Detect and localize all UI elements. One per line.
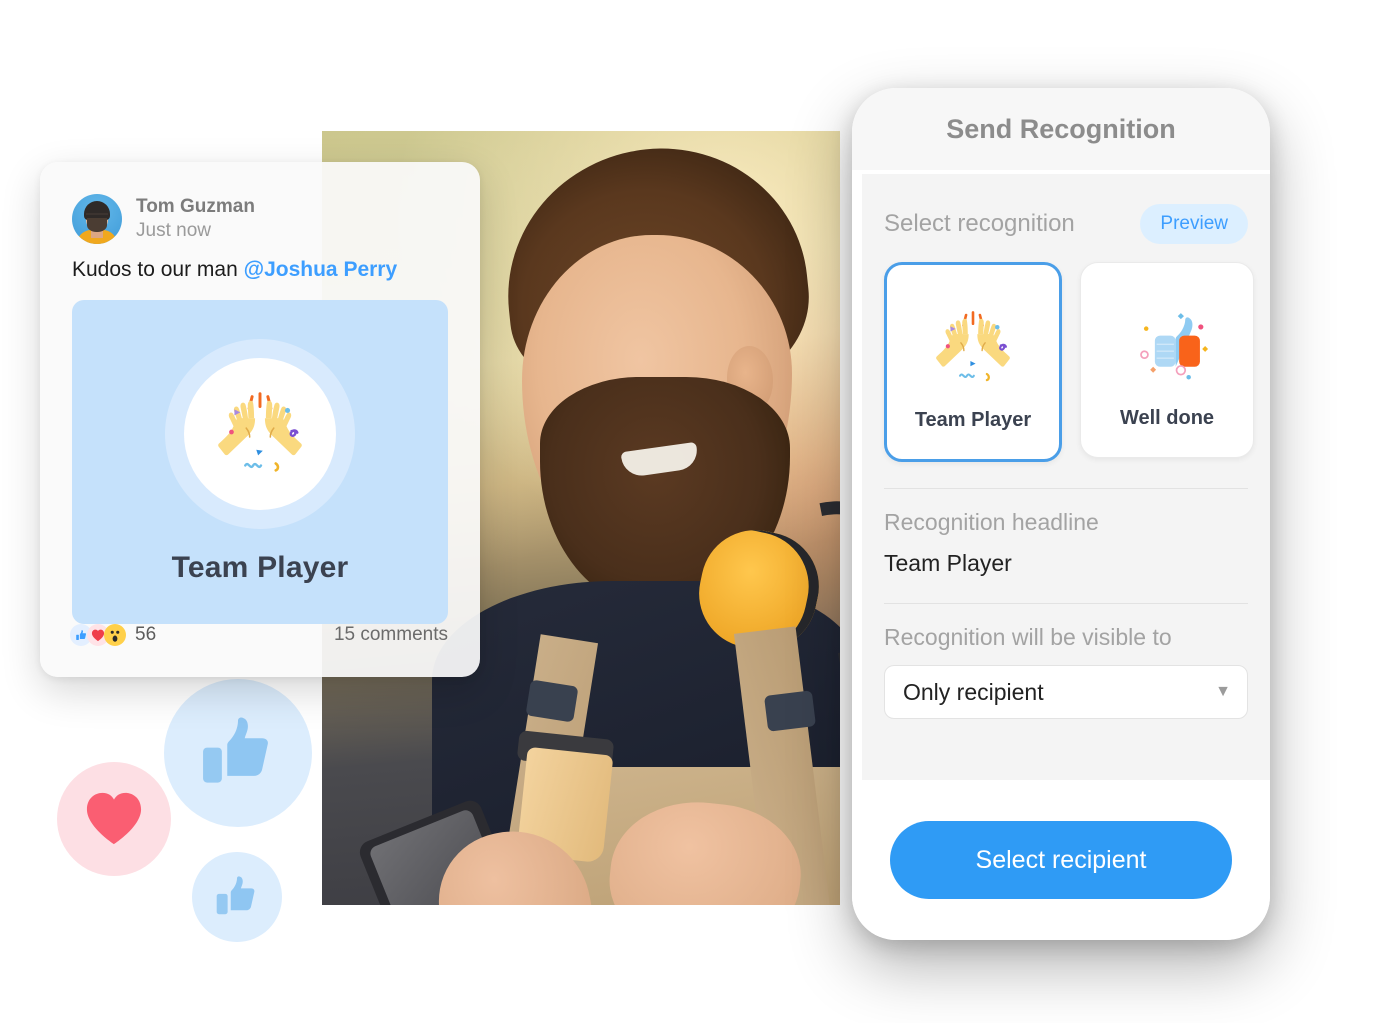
page-title: Send Recognition (852, 88, 1270, 170)
thumbs-up-icon (216, 876, 255, 915)
phone-content: Select recognition Preview Team Player W… (862, 174, 1270, 864)
post-message: Kudos to our man @Joshua Perry (40, 244, 480, 282)
visibility-selected-value: Only recipient (903, 678, 1044, 705)
recognition-card-team-player[interactable]: Team Player (884, 262, 1062, 462)
photo-buckle-right (763, 690, 817, 732)
comments-count[interactable]: 15 comments (334, 624, 448, 646)
cta-footer: Select recipient (852, 780, 1270, 940)
recognition-headline-label: Recognition headline (884, 509, 1099, 535)
preview-button[interactable]: Preview (1140, 204, 1248, 244)
recognition-card-well-done[interactable]: Well done (1080, 262, 1254, 458)
visibility-select[interactable]: Only recipient ▼ (884, 665, 1248, 719)
recognition-post-card: Tom Guzman Just now Kudos to our man @Jo… (40, 162, 480, 677)
chevron-down-icon: ▼ (1215, 683, 1231, 700)
recognition-cards-row: Team Player Well done (862, 244, 1270, 462)
recognition-headline-input[interactable]: Team Player (884, 550, 1248, 577)
heart-icon (86, 792, 142, 845)
post-badge: Team Player (72, 300, 448, 624)
badge-halo (165, 339, 355, 529)
select-recognition-label: Select recognition (884, 210, 1075, 237)
post-author-block: Tom Guzman Just now (136, 195, 255, 243)
post-footer: 56 15 comments (40, 607, 480, 677)
post-reactions[interactable]: 56 (70, 624, 156, 646)
select-recipient-button[interactable]: Select recipient (890, 821, 1232, 899)
post-header: Tom Guzman Just now (40, 162, 480, 244)
thumbs-up-bubble-large (164, 679, 312, 827)
heart-bubble (57, 762, 171, 876)
wow-face-icon (104, 624, 126, 646)
post-message-text: Kudos to our man (72, 258, 244, 281)
visibility-label: Recognition will be visible to (884, 624, 1172, 650)
high-five-hands-icon (921, 293, 1025, 403)
high-five-hands-icon (218, 392, 302, 472)
photo-buckle-left (525, 679, 579, 723)
post-mention-link[interactable]: @Joshua Perry (244, 258, 398, 281)
avatar (72, 194, 122, 244)
select-recognition-row: Select recognition Preview (862, 174, 1270, 244)
send-recognition-phone-panel: Send Recognition Select recognition Prev… (852, 88, 1270, 940)
recognition-card-label: Team Player (914, 408, 1032, 431)
post-author-name: Tom Guzman (136, 195, 255, 217)
reaction-count: 56 (135, 624, 157, 645)
composition-stage: Tom Guzman Just now Kudos to our man @Jo… (0, 0, 1400, 1023)
recognition-headline-field: Recognition headline Team Player (862, 489, 1270, 577)
thumbs-up-bubble-small (192, 852, 282, 942)
post-timestamp: Just now (136, 219, 211, 241)
thumbs-up-icon (203, 717, 268, 783)
visibility-field: Recognition will be visible to Only reci… (862, 604, 1270, 719)
recognition-card-label: Well done (1119, 406, 1215, 429)
badge-circle (184, 358, 336, 510)
badge-label: Team Player (171, 551, 349, 584)
thumbs-up-confetti-icon (1115, 291, 1219, 401)
